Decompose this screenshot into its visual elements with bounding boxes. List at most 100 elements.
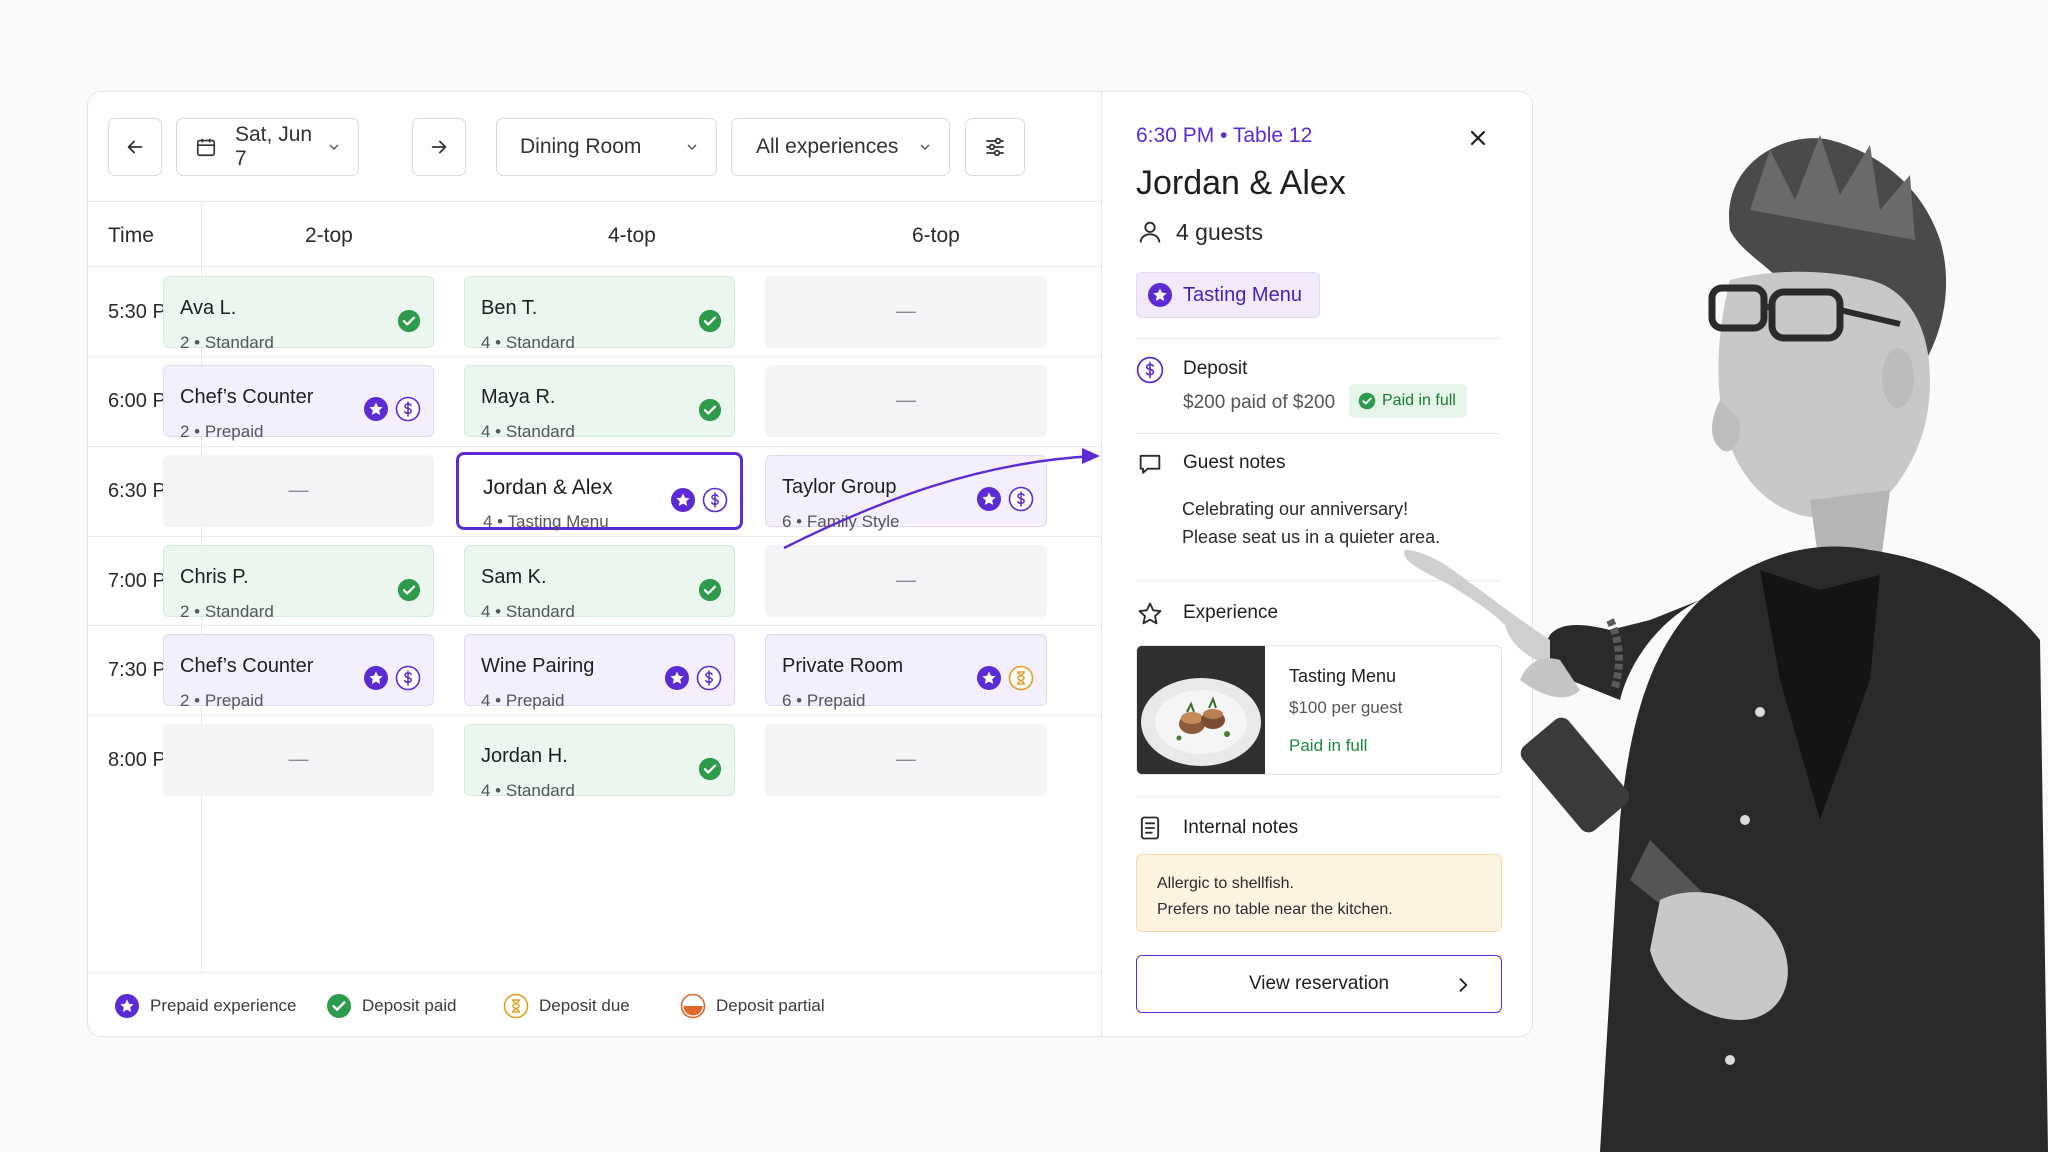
six-top-column-header: 6-top bbox=[912, 224, 960, 247]
empty-dash: — bbox=[896, 748, 916, 771]
date-picker[interactable]: Sat, Jun 7 bbox=[176, 118, 359, 176]
room-select[interactable]: Dining Room bbox=[496, 118, 717, 176]
hourglass-icon bbox=[1008, 665, 1034, 691]
star-badge-icon bbox=[363, 665, 389, 691]
calendar-icon bbox=[196, 138, 216, 157]
reservation-card[interactable]: Maya R. 4 • Standard bbox=[464, 365, 735, 441]
empty-slot[interactable]: — bbox=[765, 545, 1047, 617]
column-header-row: Time 2-top 4-top 6-top bbox=[88, 202, 1102, 267]
check-badge-icon bbox=[698, 309, 722, 333]
legend-deposit-due-label: Deposit due bbox=[539, 996, 630, 1015]
check-badge-icon bbox=[327, 994, 351, 1018]
internal-notes-label: Internal notes bbox=[1183, 817, 1299, 838]
status-icons bbox=[397, 309, 421, 333]
dollar-icon bbox=[696, 665, 722, 691]
status-icons bbox=[670, 487, 728, 513]
reservation-card[interactable]: Ava L. 2 • Standard bbox=[163, 276, 434, 352]
experience-title: Tasting Menu bbox=[1289, 666, 1397, 686]
guest-notes-label: Guest notes bbox=[1183, 452, 1286, 473]
reservation-card[interactable]: Chris P. 2 • Standard bbox=[163, 545, 434, 621]
reservation-meta: 4 • Tasting Menu bbox=[483, 512, 609, 531]
status-icons bbox=[664, 665, 722, 691]
deposit-amount: $200 paid of $200 bbox=[1183, 392, 1336, 413]
reservation-card[interactable]: Wine Pairing 4 • Prepaid bbox=[464, 634, 735, 710]
reservation-card[interactable]: Sam K. 4 • Standard bbox=[464, 545, 735, 621]
empty-dash: — bbox=[896, 569, 916, 592]
star-badge-icon bbox=[976, 665, 1002, 691]
experience-label: All experiences bbox=[756, 135, 899, 158]
hourglass-icon bbox=[503, 993, 529, 1019]
status-icons bbox=[976, 665, 1034, 691]
guest-count-label: 4 guests bbox=[1176, 218, 1263, 245]
status-icons bbox=[363, 396, 421, 422]
chevron-down-icon bbox=[920, 144, 930, 150]
legend-deposit-paid: Deposit paid bbox=[326, 993, 457, 1019]
schedule-panel: Sat, Jun 7 Dining Room All experiences T… bbox=[88, 92, 1102, 1036]
empty-slot[interactable]: — bbox=[765, 365, 1047, 437]
row-divider bbox=[88, 536, 1102, 537]
dollar-icon bbox=[1008, 486, 1034, 512]
status-icons bbox=[698, 398, 722, 422]
row-divider bbox=[88, 715, 1102, 716]
dollar-icon bbox=[395, 396, 421, 422]
guest-count: 4 guests bbox=[1136, 218, 1263, 246]
check-badge-icon bbox=[397, 309, 421, 333]
reservation-meta: 6 • Family Style bbox=[782, 512, 900, 531]
half-circle-icon bbox=[680, 993, 706, 1019]
dish-photo bbox=[1137, 646, 1265, 774]
chat-bubble-icon bbox=[1139, 454, 1161, 474]
check-badge-icon bbox=[698, 398, 722, 422]
filter-button[interactable] bbox=[965, 118, 1025, 176]
experience-price: $100 per guest bbox=[1289, 698, 1403, 717]
row-divider bbox=[88, 446, 1102, 447]
reservation-name: Sam K. bbox=[481, 566, 547, 588]
reservation-name: Jordan & Alex bbox=[483, 476, 613, 499]
star-badge-icon bbox=[1148, 283, 1172, 307]
reservation-meta: 4 • Standard bbox=[481, 781, 575, 800]
star-outline-icon bbox=[1138, 602, 1162, 625]
status-icons bbox=[698, 578, 722, 602]
reservation-card[interactable]: Jordan H. 4 • Standard bbox=[464, 724, 735, 800]
reservation-name: Ava L. bbox=[180, 297, 237, 319]
empty-slot[interactable]: — bbox=[765, 276, 1047, 348]
empty-dash: — bbox=[896, 389, 916, 412]
room-label: Dining Room bbox=[520, 135, 642, 158]
empty-dash: — bbox=[896, 300, 916, 323]
reservation-card[interactable]: Chef’s Counter 2 • Prepaid bbox=[163, 634, 434, 710]
person-icon bbox=[1139, 221, 1161, 243]
experience-badge: Tasting Menu bbox=[1136, 272, 1320, 318]
empty-slot[interactable]: — bbox=[765, 724, 1047, 796]
four-top-column-header: 4-top bbox=[608, 224, 656, 247]
chevron-down-icon bbox=[687, 144, 697, 150]
check-badge-icon bbox=[698, 757, 722, 781]
view-reservation-label: View reservation bbox=[1248, 973, 1390, 994]
previous-day-button[interactable] bbox=[108, 118, 162, 176]
reservation-meta: 4 • Prepaid bbox=[481, 691, 565, 710]
dollar-icon bbox=[1136, 356, 1164, 384]
legend: Prepaid experience Deposit paid Deposit … bbox=[88, 972, 1102, 1036]
person-photo bbox=[1404, 135, 2048, 1152]
reservation-name: Chef’s Counter bbox=[180, 386, 314, 408]
reservation-card[interactable]: Taylor Group 6 • Family Style bbox=[765, 455, 1047, 531]
reservation-name: Wine Pairing bbox=[481, 655, 595, 677]
reservation-meta: 2 • Standard bbox=[180, 333, 274, 352]
reservation-name: Chris P. bbox=[180, 566, 249, 588]
reservation-card[interactable]: Chef’s Counter 2 • Prepaid bbox=[163, 365, 434, 441]
star-badge-icon bbox=[670, 487, 696, 513]
reservation-card[interactable]: Ben T. 4 • Standard bbox=[464, 276, 735, 352]
reservation-meta: 4 • Standard bbox=[481, 602, 575, 621]
legend-prepaid: Prepaid experience bbox=[114, 993, 296, 1019]
deposit-label: Deposit bbox=[1183, 358, 1248, 379]
empty-slot[interactable]: — bbox=[163, 455, 434, 527]
chevron-down-icon bbox=[329, 144, 339, 150]
empty-slot[interactable]: — bbox=[163, 724, 434, 796]
next-day-button[interactable] bbox=[412, 118, 466, 176]
reservation-name: Private Room bbox=[782, 655, 904, 677]
empty-dash: — bbox=[288, 479, 309, 502]
detail-time-table: 6:30 PM • Table 12 bbox=[1136, 124, 1313, 147]
reservation-card-selected[interactable]: Jordan & Alex 4 • Tasting Menu bbox=[456, 452, 743, 531]
experience-status: Paid in full bbox=[1289, 736, 1368, 755]
experience-select[interactable]: All experiences bbox=[731, 118, 950, 176]
reservation-meta: 2 • Prepaid bbox=[180, 691, 264, 710]
reservation-card[interactable]: Private Room 6 • Prepaid bbox=[765, 634, 1047, 710]
